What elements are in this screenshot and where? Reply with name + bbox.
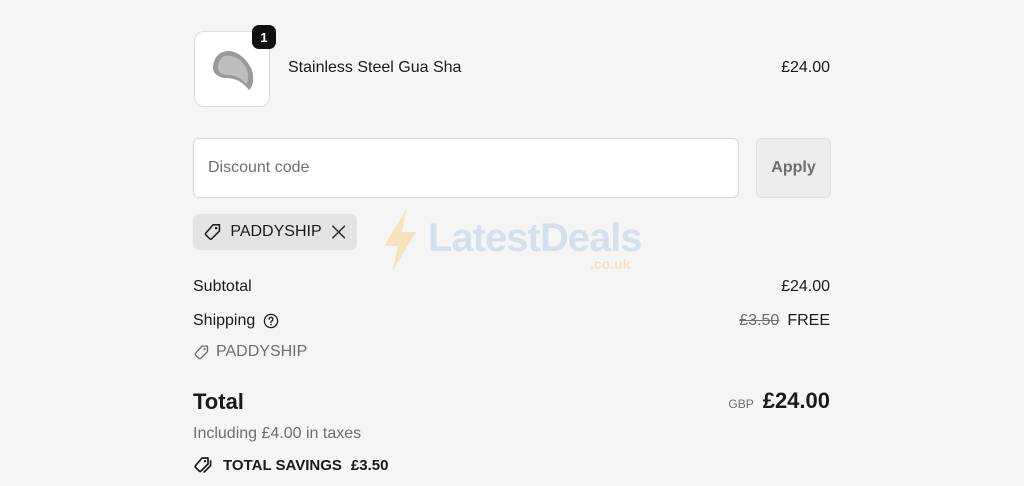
gua-sha-tool-icon [213, 50, 254, 90]
savings-amount: £3.50 [350, 456, 389, 474]
lightning-bolt-icon [384, 210, 416, 272]
discount-code-input[interactable] [193, 138, 739, 198]
tag-icon [204, 223, 221, 240]
total-label: Total [193, 389, 244, 414]
total-savings: TOTAL SAVINGS £3.50 [193, 455, 388, 475]
tax-note: Including £4.00 in taxes [193, 425, 362, 442]
tag-icon [194, 344, 209, 359]
shipping-code-label: PADDYSHIP [216, 343, 308, 360]
shipping-value-group: £3.50 FREE [739, 312, 830, 330]
shipping-original-price: £3.50 [739, 312, 780, 329]
applied-code-label: PADDYSHIP [230, 223, 322, 240]
help-icon[interactable] [263, 313, 279, 329]
product-name: Stainless Steel Gua Sha [288, 59, 462, 76]
close-icon[interactable] [330, 223, 347, 241]
total-value-group: GBP £24.00 [728, 388, 830, 414]
shipping-label: Shipping [193, 312, 256, 329]
total-amount: £24.00 [762, 388, 830, 413]
applied-discount-chip: PADDYSHIP [193, 214, 357, 250]
watermark-subtext: .co.uk [590, 256, 631, 272]
shipping-value: FREE [787, 312, 830, 329]
savings-label: TOTAL SAVINGS [223, 456, 342, 474]
currency-code: GBP [728, 397, 754, 411]
apply-button[interactable]: Apply [756, 138, 831, 198]
watermark-text: LatestDeals [428, 216, 643, 260]
product-price: £24.00 [781, 59, 830, 76]
tags-icon [194, 457, 212, 473]
subtotal-label: Subtotal [193, 278, 252, 295]
shipping-discount-code: PADDYSHIP [193, 343, 307, 361]
subtotal-value: £24.00 [781, 278, 830, 295]
quantity-badge: 1 [252, 25, 276, 49]
